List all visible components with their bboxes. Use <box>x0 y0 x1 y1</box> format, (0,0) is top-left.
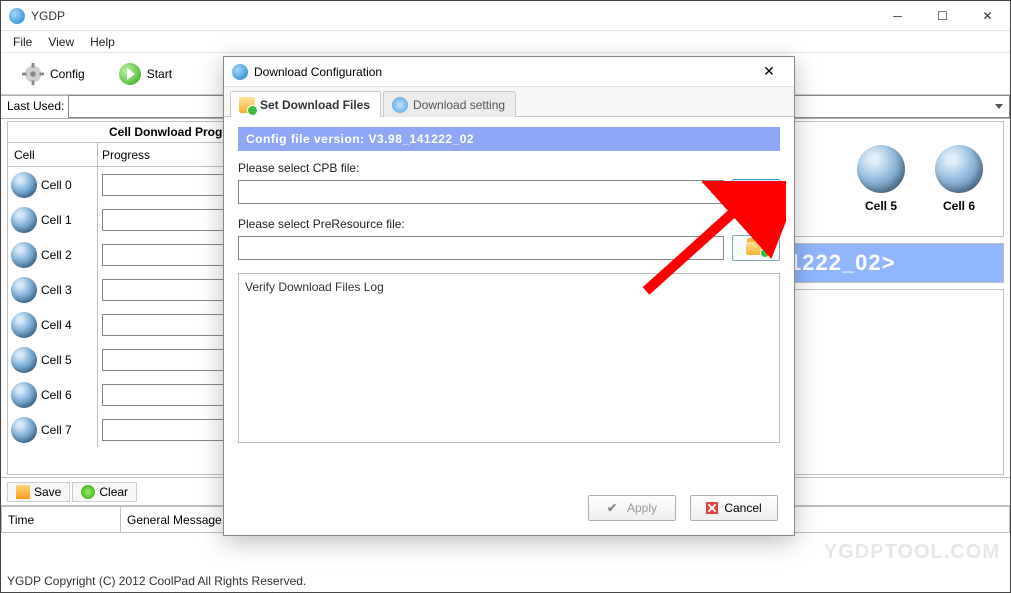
col-cell: Cell <box>8 143 98 166</box>
globe-icon <box>857 145 905 193</box>
folder-plus-icon <box>239 97 255 113</box>
maximize-button[interactable]: ☐ <box>920 1 965 30</box>
globe-icon <box>11 242 37 268</box>
globe-icon <box>935 145 983 193</box>
app-title: YGDP <box>31 9 65 23</box>
apply-button[interactable]: ✔ Apply <box>588 495 676 521</box>
gears-icon <box>392 97 408 113</box>
tab-label: Download setting <box>413 98 505 112</box>
app-icon <box>9 8 25 24</box>
last-used-label: Last Used: <box>1 95 68 118</box>
start-button[interactable]: Start <box>106 58 185 90</box>
menu-file[interactable]: File <box>5 33 40 51</box>
globe-icon <box>11 347 37 373</box>
minimize-button[interactable]: ─ <box>875 1 920 30</box>
cancel-label: Cancel <box>724 501 761 515</box>
cell-name: Cell 6 <box>41 388 72 402</box>
preresource-label: Please select PreResource file: <box>238 217 780 231</box>
globe-icon <box>11 382 37 408</box>
refresh-icon <box>81 485 95 499</box>
save-button[interactable]: Save <box>7 482 70 502</box>
menu-help[interactable]: Help <box>82 33 123 51</box>
globe-icon <box>11 172 37 198</box>
cell-card-6[interactable]: Cell 6 <box>935 145 983 213</box>
cpb-label: Please select CPB file: <box>238 161 780 175</box>
menubar: File View Help <box>1 31 1010 53</box>
dialog-title: Download Configuration <box>254 65 382 79</box>
gear-icon <box>22 63 44 85</box>
close-button[interactable]: ✕ <box>965 1 1010 30</box>
dialog-titlebar: Download Configuration ✕ <box>224 57 794 87</box>
globe-icon <box>11 207 37 233</box>
save-label: Save <box>34 485 61 499</box>
verify-log-label: Verify Download Files Log <box>245 280 384 294</box>
verify-log-box: Verify Download Files Log <box>238 273 780 443</box>
globe-icon <box>11 417 37 443</box>
play-icon <box>119 63 141 85</box>
cell-label: Cell 6 <box>943 199 975 213</box>
col-time: Time <box>1 506 121 533</box>
cell-name: Cell 1 <box>41 213 72 227</box>
dialog-buttons: ✔ Apply Cancel <box>588 495 778 521</box>
preresource-file-input[interactable] <box>238 236 724 260</box>
folder-plus-icon <box>746 241 766 255</box>
cell-name: Cell 4 <box>41 318 72 332</box>
tab-set-download-files[interactable]: Set Download Files <box>230 91 381 117</box>
cell-card-5[interactable]: Cell 5 <box>857 145 905 213</box>
clear-button[interactable]: Clear <box>72 482 137 502</box>
menu-view[interactable]: View <box>40 33 82 51</box>
save-icon <box>16 485 30 499</box>
cell-label: Cell 5 <box>865 199 897 213</box>
check-icon: ✔ <box>607 501 621 515</box>
cell-name: Cell 3 <box>41 283 72 297</box>
dialog-close-button[interactable]: ✕ <box>752 59 786 85</box>
config-label: Config <box>50 67 85 81</box>
clear-label: Clear <box>99 485 128 499</box>
cell-name: Cell 0 <box>41 178 72 192</box>
globe-icon <box>11 312 37 338</box>
folder-icon <box>746 185 766 199</box>
browse-preresource-button[interactable] <box>732 235 780 261</box>
dialog-body: Config file version: V3.98_141222_02 Ple… <box>224 117 794 453</box>
dialog-tabs: Set Download Files Download setting <box>224 87 794 117</box>
version-fragment: 1222_02> <box>783 244 1003 282</box>
watermark: YGDPTOOL.COM <box>824 541 1000 564</box>
globe-icon <box>11 277 37 303</box>
config-button[interactable]: Config <box>9 58 98 90</box>
cell-name: Cell 5 <box>41 353 72 367</box>
cancel-icon <box>706 502 718 514</box>
config-version-bar: Config file version: V3.98_141222_02 <box>238 127 780 151</box>
tab-download-setting[interactable]: Download setting <box>383 91 516 117</box>
cell-name: Cell 7 <box>41 423 72 437</box>
tab-label: Set Download Files <box>260 98 370 112</box>
cpb-file-input[interactable] <box>238 180 724 204</box>
titlebar: YGDP ─ ☐ ✕ <box>1 1 1010 31</box>
cell-name: Cell 2 <box>41 248 72 262</box>
start-label: Start <box>147 67 172 81</box>
browse-cpb-button[interactable] <box>732 179 780 205</box>
apply-label: Apply <box>627 501 657 515</box>
cancel-button[interactable]: Cancel <box>690 495 778 521</box>
dialog-icon <box>232 64 248 80</box>
status-bar: YGDP Copyright (C) 2012 CoolPad All Righ… <box>7 574 306 588</box>
download-config-dialog: Download Configuration ✕ Set Download Fi… <box>223 56 795 536</box>
